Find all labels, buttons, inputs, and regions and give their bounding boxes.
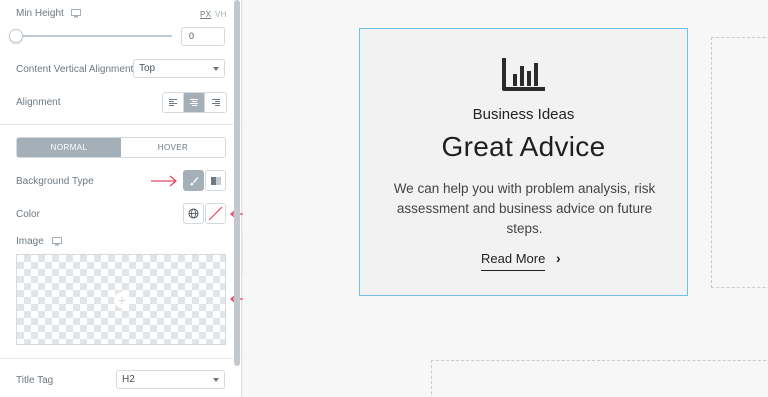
title-tag-select[interactable]: H2: [116, 370, 225, 389]
align-left-icon: [169, 99, 177, 106]
min-height-label: Min Height: [16, 8, 64, 19]
brush-icon: [189, 176, 198, 185]
card-description: We can help you with problem analysis, r…: [393, 181, 656, 236]
background-type-label: Background Type: [16, 176, 94, 187]
card-title: Great Advice: [441, 131, 606, 162]
min-height-slider-handle[interactable]: [9, 29, 23, 43]
no-color-swatch-icon: [208, 206, 223, 221]
desktop-icon[interactable]: [71, 9, 81, 18]
min-height-slider-track[interactable]: [16, 35, 172, 37]
background-type-row: Background Type: [16, 176, 94, 187]
state-tabs: NORMAL HOVER: [16, 137, 226, 158]
title-tag-row: Title Tag: [16, 375, 53, 386]
gradient-icon: [210, 176, 221, 185]
unit-vh[interactable]: VH: [215, 10, 227, 19]
alignment-row: Alignment: [16, 97, 60, 108]
image-chooser[interactable]: +: [16, 254, 226, 345]
background-classic-button[interactable]: [183, 170, 204, 191]
panel-scrollbar[interactable]: [234, 0, 240, 366]
read-more-link[interactable]: Read More: [481, 251, 546, 271]
annotation-arrow-right-icon: [151, 175, 178, 187]
vertical-alignment-value: Top: [139, 63, 156, 74]
image-label: Image: [16, 236, 44, 247]
align-right-icon: [211, 99, 220, 106]
chevron-right-icon[interactable]: ›: [556, 250, 561, 266]
color-label: Color: [16, 209, 40, 220]
title-tag-value: H2: [122, 374, 135, 385]
chevron-down-icon: [213, 378, 219, 382]
alignment-label: Alignment: [16, 97, 61, 108]
image-row: Image: [16, 236, 44, 247]
icon-box-card[interactable]: Business Ideas Great Advice We can help …: [359, 28, 688, 296]
align-center-button[interactable]: [184, 93, 205, 112]
title-tag-label: Title Tag: [16, 375, 54, 386]
vertical-alignment-row: Content Vertical Alignment: [16, 64, 133, 75]
empty-section-placeholder[interactable]: [431, 360, 768, 397]
globe-icon: [188, 208, 199, 219]
card-subtitle: Business Ideas: [472, 106, 575, 123]
background-gradient-button[interactable]: [205, 170, 226, 191]
vertical-alignment-label: Content Vertical Alignment: [16, 64, 134, 75]
color-row: Color: [16, 209, 40, 220]
min-height-input[interactable]: 0: [181, 27, 225, 46]
vertical-alignment-select[interactable]: Top: [133, 59, 225, 78]
align-right-button[interactable]: [205, 93, 226, 112]
section-divider: [0, 124, 242, 125]
color-picker-swatch[interactable]: [205, 203, 226, 224]
empty-column-placeholder[interactable]: [711, 37, 768, 288]
tab-hover[interactable]: HOVER: [121, 138, 225, 157]
desktop-icon[interactable]: [52, 237, 62, 246]
align-left-button[interactable]: [163, 93, 184, 112]
min-height-row: Min Height: [16, 8, 64, 19]
section-divider: [0, 358, 242, 359]
plus-icon[interactable]: +: [114, 292, 130, 308]
alignment-button-group: [162, 92, 227, 113]
unit-px[interactable]: PX: [200, 10, 211, 19]
align-center-icon: [190, 99, 198, 106]
global-colors-button[interactable]: [183, 203, 204, 224]
tab-normal[interactable]: NORMAL: [17, 138, 121, 157]
chevron-down-icon: [213, 67, 219, 71]
bar-chart-icon: [502, 58, 545, 91]
editor-panel: Min Height PX VH 0 Content Vertical Alig…: [0, 0, 256, 397]
